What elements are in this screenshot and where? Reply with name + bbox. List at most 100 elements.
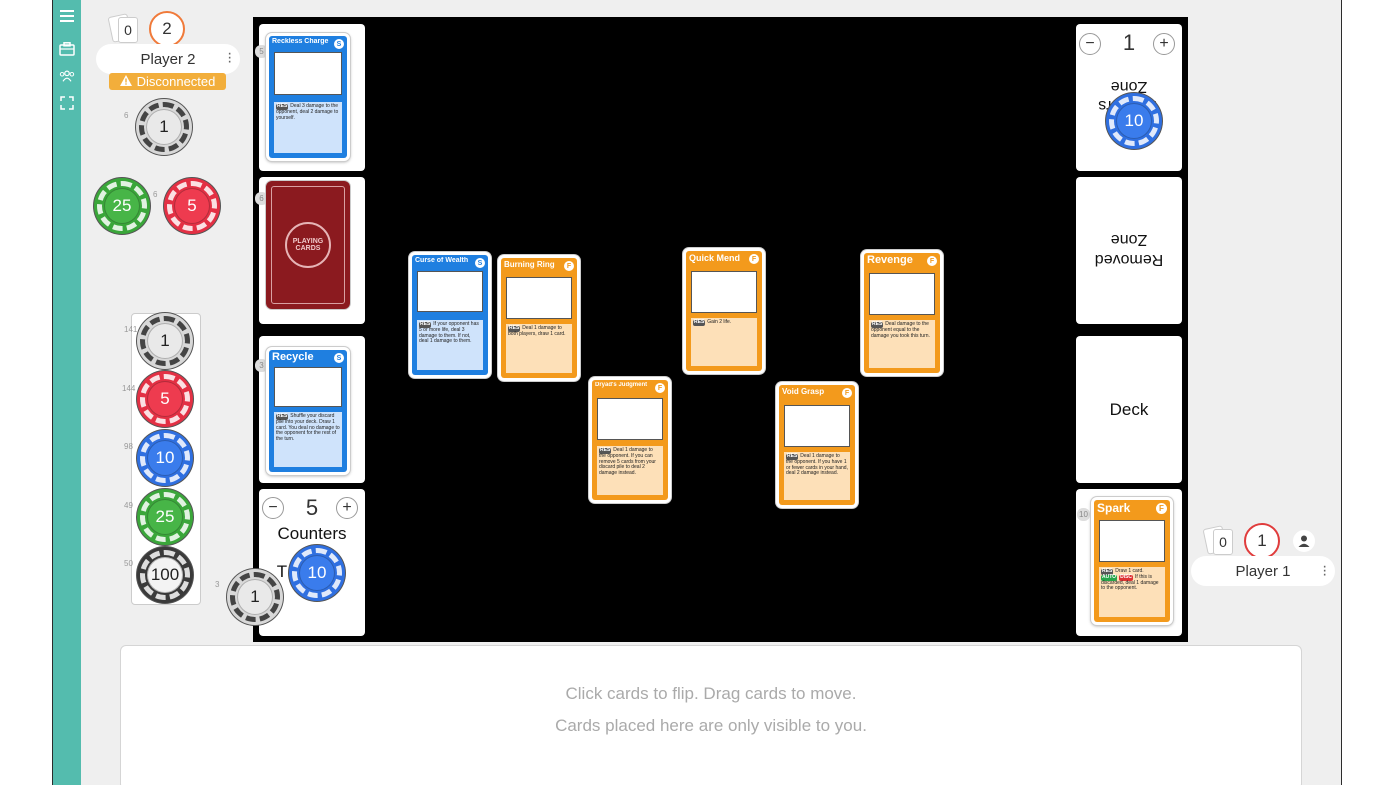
- chip-value: 25: [155, 507, 175, 526]
- card-void-grasp[interactable]: Void Grasp F RES Deal 1 damage to the opp…: [776, 382, 858, 508]
- disconnected-label: Disconnected: [136, 74, 216, 89]
- card-type-icon: S: [334, 353, 344, 363]
- users-icon[interactable]: [59, 68, 75, 84]
- chip-value: 25: [112, 196, 132, 215]
- card-reckless-charge[interactable]: Reckless Charge S RES Deal 3 damage to th…: [266, 33, 350, 161]
- card-title: Revenge: [867, 254, 913, 266]
- card-recycle[interactable]: Recycle S RES Shuffle your discard pile i…: [266, 347, 350, 475]
- chip-value: 100: [150, 565, 180, 584]
- card-title: Burning Ring: [504, 260, 555, 269]
- card-art: [869, 273, 935, 315]
- opponent-hand-count: 0: [107, 13, 140, 43]
- card-revenge[interactable]: Revenge F RES Deal damage to the opponent…: [861, 250, 943, 376]
- chip-count: 98: [124, 442, 133, 451]
- chip-25[interactable]: 25: [94, 178, 150, 234]
- chip-value: 1: [250, 587, 260, 606]
- tray-chip-1[interactable]: 1: [137, 313, 193, 369]
- chip-count: 6: [153, 190, 158, 199]
- counter-increment-button[interactable]: +: [336, 497, 358, 519]
- chip-count: 6: [124, 111, 129, 120]
- removed-label-2: Zone: [1110, 231, 1148, 248]
- card-burning-ring[interactable]: Burning Ring F RES Deal 1 damage to both …: [498, 255, 580, 381]
- counter-decrement-button[interactable]: −: [262, 497, 284, 519]
- card-art: [691, 271, 757, 313]
- zone-count: 10: [1077, 508, 1090, 521]
- card-title: Spark: [1097, 501, 1131, 515]
- card-text: RES Deal damage to the opponent equal to …: [869, 320, 935, 368]
- card-title: Dryad's Judgment: [595, 382, 648, 388]
- card-curse-of-wealth[interactable]: Curse of Wealth S RES If your opponent ha…: [409, 252, 491, 378]
- card-type-icon: F: [842, 388, 852, 398]
- loose-chip-1[interactable]: 1: [227, 569, 283, 625]
- chip-count: 144: [122, 384, 136, 393]
- warning-icon: [119, 74, 132, 89]
- sidebar: [53, 0, 81, 785]
- opponent-menu-icon[interactable]: · · ·: [227, 46, 232, 70]
- hand-hint-line-1: Click cards to flip. Drag cards to move.: [565, 684, 857, 703]
- card-title: Quick Mend: [689, 253, 741, 263]
- chip-value: 10: [155, 448, 175, 467]
- chip-value: 1: [160, 331, 170, 350]
- card-type-icon: F: [927, 256, 937, 266]
- card-type-icon: S: [334, 39, 344, 49]
- counters-value: 5: [305, 495, 319, 520]
- card-art: [417, 271, 483, 312]
- chip-1[interactable]: 1: [136, 99, 192, 155]
- card-art: [274, 52, 342, 95]
- card-back[interactable]: PLAYING CARDS: [266, 181, 350, 309]
- card-text: RES Gain 2 life.: [691, 318, 757, 366]
- counter-chip-10[interactable]: 10: [289, 545, 345, 601]
- card-dryads-judgment[interactable]: Dryad's Judgment F RES Deal 1 damage to t…: [589, 377, 671, 503]
- right-margin: [1341, 0, 1393, 785]
- card-art: [274, 367, 342, 407]
- card-type-icon: F: [1156, 503, 1167, 514]
- tray-chip-25[interactable]: 25: [137, 489, 193, 545]
- card-text: RES Deal 1 damage to both players, draw 1…: [506, 324, 572, 373]
- player-name: Player 1: [1191, 556, 1335, 586]
- card-spark[interactable]: Spark F RES Draw 1 card. AUTO DISC If this i…: [1091, 497, 1173, 625]
- chip-5[interactable]: 5: [164, 178, 220, 234]
- tracker-increment-button[interactable]: +: [1153, 33, 1175, 55]
- opponent-name-label: Player 2: [140, 50, 196, 68]
- hand-hint-line-2: Cards placed here are only visible to yo…: [555, 716, 867, 735]
- player-score: 1: [1244, 523, 1280, 559]
- card-type-icon: S: [475, 258, 485, 268]
- user-icon[interactable]: [1293, 530, 1315, 552]
- chip-value: 10: [307, 563, 327, 582]
- card-text: RES Deal 3 damage to the opponent, deal 2…: [274, 102, 342, 153]
- card-type-icon: F: [749, 254, 759, 264]
- tracker-decrement-button[interactable]: −: [1079, 33, 1101, 55]
- player-menu-icon[interactable]: · · ·: [1322, 559, 1327, 583]
- menu-icon[interactable]: [59, 8, 75, 24]
- card-text: RES If your opponent has 5 or more life, …: [417, 320, 483, 370]
- opponent-score: 2: [149, 11, 185, 47]
- deck-zone[interactable]: Deck: [1076, 336, 1182, 483]
- tracker-chip-10[interactable]: 10: [1106, 93, 1162, 149]
- removed-zone[interactable]: Removed Zone: [1076, 177, 1182, 324]
- tray-chip-10[interactable]: 10: [137, 430, 193, 486]
- player-hand-count: 0: [1202, 525, 1235, 555]
- player-name-label: Player 1: [1235, 562, 1291, 580]
- card-art: [506, 277, 572, 319]
- card-art: [597, 398, 663, 440]
- briefcase-icon[interactable]: [59, 41, 75, 57]
- card-text: RES Deal 1 damage to the opponent. If you…: [784, 452, 850, 500]
- playing-cards-logo: PLAYING CARDS: [285, 222, 331, 268]
- card-text: RES Draw 1 card. AUTO DISC If this is discar…: [1099, 567, 1165, 617]
- card-quick-mend[interactable]: Quick Mend F RES Gain 2 life.: [683, 248, 765, 374]
- card-title: Reckless Charge: [272, 38, 329, 45]
- card-title: Recycle: [272, 351, 314, 363]
- chip-value: 5: [160, 389, 170, 408]
- card-type-icon: F: [655, 383, 665, 393]
- tray-chip-5[interactable]: 5: [137, 371, 193, 427]
- chip-count: 3: [215, 580, 220, 589]
- tray-chip-100[interactable]: 100: [137, 547, 193, 603]
- removed-label-1: Removed: [1094, 251, 1164, 268]
- private-hand-area[interactable]: Click cards to flip. Drag cards to move.…: [120, 645, 1302, 785]
- disconnected-badge: Disconnected: [109, 73, 226, 90]
- fullscreen-icon[interactable]: [59, 95, 75, 111]
- card-type-icon: F: [564, 261, 574, 271]
- counters-label: Counters: [277, 524, 347, 543]
- card-art: [1099, 520, 1165, 562]
- card-text: RES Shuffle your discard pile into your d…: [274, 412, 342, 467]
